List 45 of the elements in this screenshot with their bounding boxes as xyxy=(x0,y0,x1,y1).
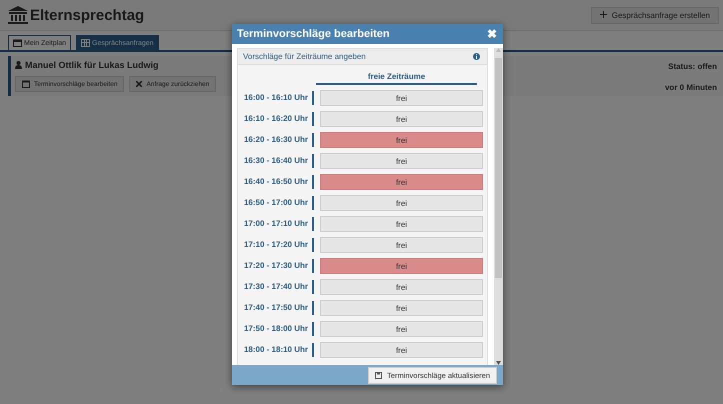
panel-title: Vorschläge für Zeiträume angeben xyxy=(243,52,366,61)
dialog-title: Terminvorschläge bearbeiten xyxy=(237,28,390,40)
grid-icon xyxy=(81,39,90,47)
time-label: 17:30 - 17:40 Uhr xyxy=(238,280,314,294)
time-slot[interactable]: frei xyxy=(320,342,483,358)
request-time: vor 0 Minuten xyxy=(664,83,717,92)
scroll-up-icon[interactable] xyxy=(496,48,502,52)
time-label: 17:20 - 17:30 Uhr xyxy=(238,259,314,273)
time-slot[interactable]: frei xyxy=(320,300,483,316)
user-icon xyxy=(15,61,22,69)
time-slot[interactable]: frei xyxy=(320,111,483,127)
time-label: 17:00 - 17:10 Uhr xyxy=(238,217,314,231)
app-title: Elternsprechtag xyxy=(30,6,144,24)
time-label: 18:00 - 18:10 Uhr xyxy=(238,343,314,357)
time-label: 17:10 - 17:20 Uhr xyxy=(238,238,314,252)
time-slot[interactable]: frei xyxy=(320,90,483,106)
column-header: freie Zeiträume xyxy=(316,72,478,85)
time-label: 16:40 - 16:50 Uhr xyxy=(238,175,314,189)
time-slot[interactable]: frei xyxy=(320,237,483,253)
time-slot[interactable]: frei xyxy=(320,195,483,211)
time-label: 16:50 - 17:00 Uhr xyxy=(238,196,314,210)
time-label: 16:10 - 16:20 Uhr xyxy=(238,112,314,126)
time-label: 17:50 - 18:00 Uhr xyxy=(238,322,314,336)
create-request-button[interactable]: Gesprächsanfrage erstellen xyxy=(590,6,719,24)
time-label: 17:40 - 17:50 Uhr xyxy=(238,301,314,315)
close-icon xyxy=(136,81,142,87)
request-title: Manuel Ottlik für Lukas Ludwig xyxy=(25,60,159,70)
time-slot[interactable]: frei xyxy=(320,258,483,274)
close-button[interactable]: ✖ xyxy=(487,27,497,41)
time-label: 16:00 - 16:10 Uhr xyxy=(238,91,314,105)
save-icon xyxy=(375,372,382,378)
time-slot[interactable]: frei xyxy=(320,321,483,337)
info-icon xyxy=(473,53,480,60)
calendar-icon xyxy=(22,80,30,88)
time-label: 16:30 - 16:40 Uhr xyxy=(238,154,314,168)
time-slot[interactable]: frei xyxy=(320,153,483,169)
time-slot[interactable]: frei xyxy=(320,279,483,295)
time-slot[interactable]: frei xyxy=(320,174,483,190)
request-status: Status: offen xyxy=(668,62,717,71)
plus-icon xyxy=(600,10,607,18)
time-label: 16:20 - 16:30 Uhr xyxy=(238,133,314,147)
calendar-icon xyxy=(13,39,22,47)
bank-icon xyxy=(8,6,28,24)
time-slot[interactable]: frei xyxy=(320,216,483,232)
time-slot[interactable]: frei xyxy=(320,132,483,148)
